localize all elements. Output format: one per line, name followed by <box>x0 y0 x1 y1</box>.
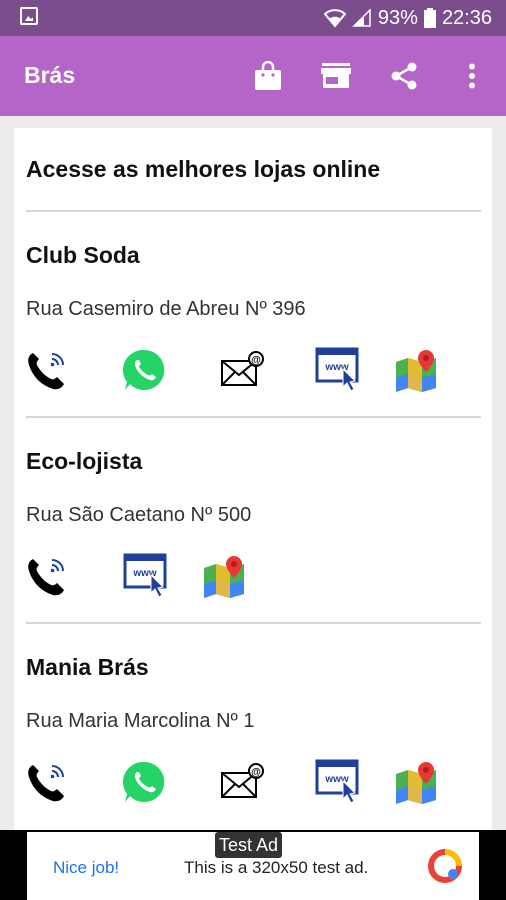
battery-icon <box>423 8 436 28</box>
divider <box>26 210 481 212</box>
store-address: Rua Casemiro de Abreu Nº 396 <box>26 298 306 320</box>
svg-text:@: @ <box>251 767 261 778</box>
website-icon[interactable]: www <box>314 346 362 394</box>
phone-icon[interactable] <box>22 346 70 394</box>
shopping-bag-icon <box>255 61 281 90</box>
share-icon <box>391 62 417 90</box>
whatsapp-icon[interactable] <box>120 346 168 394</box>
maps-icon[interactable] <box>392 758 440 806</box>
store-actions: @ www <box>26 758 482 806</box>
store-name: Club Soda <box>26 242 140 268</box>
battery-percent: 93% <box>377 6 418 29</box>
signal-icon <box>352 8 372 28</box>
store-name: Mania Brás <box>26 654 149 680</box>
store-actions: @ www <box>26 346 482 394</box>
phone-icon[interactable] <box>22 758 70 806</box>
store-list-card: Acesse as melhores lojas online Club Sod… <box>14 128 492 830</box>
app-bar: Brás <box>0 36 506 116</box>
share-button[interactable] <box>370 36 438 116</box>
email-icon[interactable]: @ <box>218 758 266 806</box>
store-icon <box>321 63 351 88</box>
shopping-bag-button[interactable] <box>234 36 302 116</box>
store-address: Rua São Caetano Nº 500 <box>26 504 252 526</box>
store-button[interactable] <box>302 36 370 116</box>
website-icon[interactable]: www <box>314 758 362 806</box>
app-actions <box>234 36 506 116</box>
test-ad-label: Test Ad <box>215 832 283 858</box>
whatsapp-icon[interactable] <box>120 758 168 806</box>
maps-icon[interactable] <box>392 346 440 394</box>
divider <box>26 622 481 624</box>
store-address: Rua Maria Marcolina Nº 1 <box>26 710 255 732</box>
maps-icon[interactable] <box>200 552 248 600</box>
page-heading: Acesse as melhores lojas online <box>26 156 381 182</box>
ad-logo-icon <box>428 849 462 883</box>
ad-nice-job-link[interactable]: Nice job! <box>53 858 119 878</box>
store-actions: www <box>26 552 482 600</box>
divider <box>26 416 481 418</box>
svg-text:@: @ <box>251 355 261 366</box>
wifi-icon <box>323 8 346 28</box>
status-bar: 93% 22:36 <box>0 0 506 36</box>
ad-text: This is a 320x50 test ad. <box>184 858 369 877</box>
clock: 22:36 <box>441 6 492 29</box>
store-name: Eco-lojista <box>26 448 143 474</box>
email-icon[interactable]: @ <box>218 346 266 394</box>
image-notification-icon <box>20 7 38 25</box>
phone-icon[interactable] <box>22 552 70 600</box>
more-options-button[interactable] <box>438 36 506 116</box>
status-bar-right: 93% 22:36 <box>323 0 492 36</box>
more-vert-icon <box>469 63 475 89</box>
website-icon[interactable]: www <box>122 552 170 600</box>
app-title: Brás <box>24 62 76 88</box>
